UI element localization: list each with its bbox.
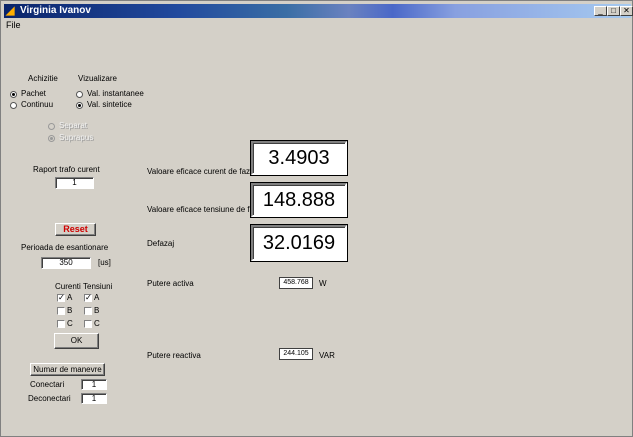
minimize-button[interactable]: _	[594, 6, 607, 16]
radio-suprapus-label: Suprapus	[59, 133, 94, 142]
numar-manevre-button[interactable]: Numar de manevre	[30, 363, 105, 376]
radio-suprapus[interactable]	[48, 135, 55, 142]
perioada-unit: [us]	[98, 258, 111, 267]
radio-val-sintetice-label: Val. sintetice	[87, 100, 132, 109]
radio-val-sintetice[interactable]	[76, 102, 83, 109]
radio-pachet-label: Pachet	[21, 89, 46, 98]
check-mark-icon: ✓	[85, 293, 92, 302]
putere-activa-label: Putere activa	[147, 279, 194, 288]
raport-trafo-input[interactable]: 1	[55, 177, 94, 189]
main-window: ◢ Virginia Ivanov _ □ ✕ File Achizitie V…	[0, 0, 633, 437]
maximize-icon: □	[611, 6, 616, 15]
tensiuni-label: Tensiuni	[83, 282, 113, 291]
defazaj-label: Defazaj	[147, 239, 175, 248]
curent-eficace-label: Valoare eficace curent de faza	[147, 167, 255, 176]
minimize-icon: _	[598, 6, 603, 15]
putere-activa-unit: W	[319, 279, 327, 288]
radio-continuu[interactable]	[10, 102, 17, 109]
putere-reactiva-unit: VAR	[319, 351, 335, 360]
conectari-input[interactable]: 1	[81, 379, 107, 390]
deconectari-label: Deconectari	[28, 394, 71, 403]
menu-file[interactable]: File	[6, 19, 21, 31]
putere-reactiva-label: Putere reactiva	[147, 351, 201, 360]
tensiune-eficace-display: 148.888	[251, 183, 347, 217]
checkbox-curent-a-label: A	[67, 293, 73, 302]
putere-reactiva-value: 244.105	[279, 348, 313, 360]
defazaj-display: 32.0169	[251, 225, 347, 261]
vizualizare-label: Vizualizare	[78, 74, 117, 83]
window-title: Virginia Ivanov	[20, 5, 91, 16]
ok-button[interactable]: OK	[54, 333, 99, 349]
radio-separat[interactable]	[48, 123, 55, 130]
raport-trafo-label: Raport trafo curent	[33, 165, 100, 174]
checkbox-tensiune-c[interactable]	[84, 320, 92, 328]
checkbox-curent-c[interactable]	[57, 320, 65, 328]
checkbox-tensiune-b[interactable]	[84, 307, 92, 315]
curent-eficace-display: 3.4903	[251, 141, 347, 175]
reset-button[interactable]: Reset	[55, 223, 96, 236]
putere-activa-value: 458.768	[279, 277, 313, 289]
perioada-input[interactable]: 350	[41, 257, 91, 269]
maximize-button[interactable]: □	[607, 6, 620, 16]
checkbox-curent-a[interactable]: ✓	[57, 294, 65, 302]
check-mark-icon: ✓	[58, 293, 65, 302]
close-button[interactable]: ✕	[620, 6, 633, 16]
radio-val-instantanee[interactable]	[76, 91, 83, 98]
checkbox-tensiune-a-label: A	[94, 293, 100, 302]
radio-pachet[interactable]	[10, 91, 17, 98]
radio-continuu-label: Continuu	[21, 100, 54, 109]
radio-val-instantanee-label: Val. instantanee	[87, 89, 144, 98]
checkbox-curent-b-label: B	[67, 306, 73, 315]
tensiune-eficace-label: Valoare eficace tensiune de faz	[147, 205, 259, 214]
conectari-label: Conectari	[30, 380, 65, 389]
checkbox-curent-c-label: C	[67, 319, 73, 328]
checkbox-curent-b[interactable]	[57, 307, 65, 315]
curenti-label: Curenti	[55, 282, 81, 291]
checkbox-tensiune-a[interactable]: ✓	[84, 294, 92, 302]
perioada-label: Perioada de esantionare	[21, 243, 109, 252]
checkbox-tensiune-b-label: B	[94, 306, 100, 315]
close-icon: ✕	[623, 6, 630, 15]
radio-separat-label: Separat	[59, 121, 88, 130]
checkbox-tensiune-c-label: C	[94, 319, 100, 328]
deconectari-input[interactable]: 1	[81, 393, 107, 404]
matlab-logo-icon: ◢	[6, 5, 15, 17]
achizitie-label: Achizitie	[28, 74, 58, 83]
title-bar[interactable]: ◢ Virginia Ivanov _ □ ✕	[4, 4, 633, 18]
